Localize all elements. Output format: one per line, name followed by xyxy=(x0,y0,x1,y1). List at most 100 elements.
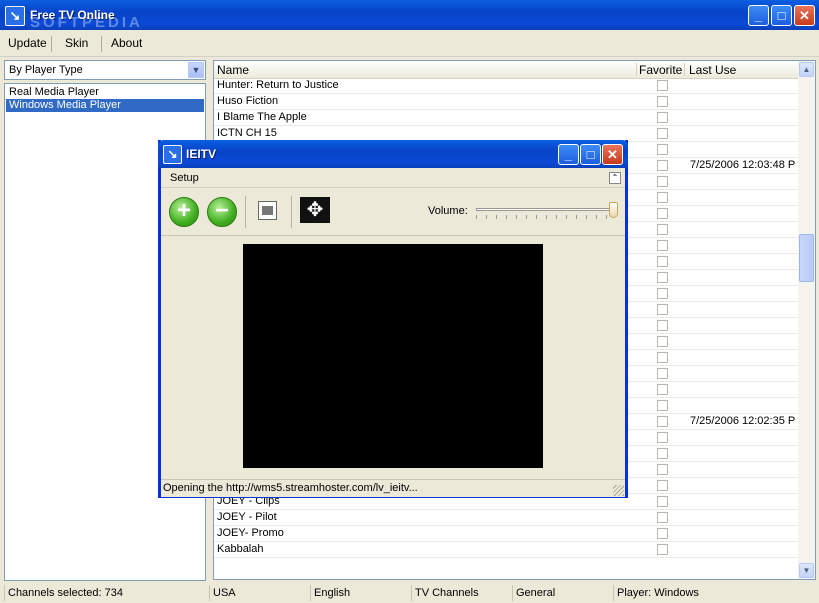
volume-slider[interactable] xyxy=(474,201,622,221)
table-header: Name Favorite Last Use xyxy=(214,61,799,79)
channel-name: Hunter: Return to Justice xyxy=(217,79,339,91)
favorite-checkbox[interactable] xyxy=(657,528,668,539)
favorite-checkbox[interactable] xyxy=(657,400,668,411)
screenshot-button[interactable] xyxy=(258,201,277,220)
favorite-checkbox[interactable] xyxy=(657,80,668,91)
table-row[interactable]: Kabbalah xyxy=(214,542,799,558)
volume-thumb[interactable] xyxy=(609,202,618,218)
favorite-checkbox[interactable] xyxy=(657,480,668,491)
favorite-checkbox[interactable] xyxy=(657,272,668,283)
vertical-scrollbar[interactable]: ▲ ▼ xyxy=(798,61,815,579)
favorite-checkbox[interactable] xyxy=(657,448,668,459)
favorite-checkbox[interactable] xyxy=(657,512,668,523)
menu-update[interactable]: Update xyxy=(8,36,47,50)
status-channels: Channels selected: 734 xyxy=(4,585,208,601)
player-status-bar: Opening the http://wms5.streamhoster.com… xyxy=(161,479,625,497)
picture-icon xyxy=(262,206,273,215)
channel-name: JOEY- Promo xyxy=(217,527,284,539)
player-type-dropdown[interactable]: By Player Type ▼ xyxy=(4,60,206,80)
favorite-checkbox[interactable] xyxy=(657,256,668,267)
volume-label: Volume: xyxy=(428,205,468,217)
favorite-checkbox[interactable] xyxy=(657,416,668,427)
player-minimize-button[interactable]: _ xyxy=(558,144,579,165)
maximize-button[interactable]: □ xyxy=(771,5,792,26)
channel-name: Huso Fiction xyxy=(217,95,279,107)
favorite-checkbox[interactable] xyxy=(657,544,668,555)
list-item-real-media[interactable]: Real Media Player xyxy=(6,86,204,99)
resize-grip-icon[interactable] xyxy=(613,485,624,496)
channel-name: I Blame The Apple xyxy=(217,111,307,123)
table-row[interactable]: JOEY - Pilot xyxy=(214,510,799,526)
favorite-checkbox[interactable] xyxy=(657,432,668,443)
scroll-thumb[interactable] xyxy=(799,234,814,282)
favorite-checkbox[interactable] xyxy=(657,208,668,219)
menu-skin[interactable]: Skin xyxy=(65,36,88,50)
minimize-button[interactable]: _ xyxy=(748,5,769,26)
remove-channel-button[interactable]: − xyxy=(207,197,237,227)
player-maximize-button[interactable]: □ xyxy=(580,144,601,165)
favorite-checkbox[interactable] xyxy=(657,336,668,347)
favorite-checkbox[interactable] xyxy=(657,352,668,363)
menu-separator xyxy=(51,36,52,52)
player-close-button[interactable]: ✕ xyxy=(602,144,623,165)
column-favorite[interactable]: Favorite xyxy=(639,63,682,77)
favorite-checkbox[interactable] xyxy=(657,304,668,315)
table-row[interactable]: I Blame The Apple xyxy=(214,110,799,126)
player-titlebar[interactable]: ↘ IEITV _ □ ✕ xyxy=(158,140,628,168)
status-category: General xyxy=(512,585,612,601)
favorite-checkbox[interactable] xyxy=(657,384,668,395)
table-row[interactable]: JOEY- Promo xyxy=(214,526,799,542)
close-button[interactable]: ✕ xyxy=(794,5,815,26)
scroll-down-icon[interactable]: ▼ xyxy=(799,563,814,578)
table-row[interactable]: Hunter: Return to Justice xyxy=(214,78,799,94)
favorite-checkbox[interactable] xyxy=(657,128,668,139)
favorite-checkbox[interactable] xyxy=(657,320,668,331)
minimize-icon: _ xyxy=(754,8,763,23)
column-divider[interactable] xyxy=(636,63,637,76)
video-display[interactable] xyxy=(243,244,543,468)
main-titlebar[interactable]: ↘ Free TV Online SOFTPEDIA _ □ ✕ xyxy=(0,0,819,31)
menu-setup[interactable]: Setup xyxy=(170,172,199,184)
app-arrow-icon[interactable]: ↘ xyxy=(5,6,25,26)
minimize-icon: _ xyxy=(564,147,573,162)
favorite-checkbox[interactable] xyxy=(657,176,668,187)
favorite-checkbox[interactable] xyxy=(657,224,668,235)
favorite-checkbox[interactable] xyxy=(657,96,668,107)
column-last-use[interactable]: Last Use xyxy=(689,63,736,77)
list-item-windows-media[interactable]: Windows Media Player xyxy=(6,99,204,112)
favorite-checkbox[interactable] xyxy=(657,368,668,379)
channel-name: ICTN CH 15 xyxy=(217,127,277,139)
maximize-icon: □ xyxy=(586,147,595,162)
table-row[interactable]: Huso Fiction xyxy=(214,94,799,110)
volume-track xyxy=(476,208,616,211)
column-divider[interactable] xyxy=(684,63,685,76)
column-name[interactable]: Name xyxy=(217,63,249,77)
add-channel-button[interactable]: + xyxy=(169,197,199,227)
scroll-up-icon[interactable]: ▲ xyxy=(799,62,814,77)
status-language: English xyxy=(310,585,410,601)
menu-bar: Update Skin About xyxy=(0,30,819,57)
favorite-checkbox[interactable] xyxy=(657,464,668,475)
last-use-time: 7/25/2006 12:02:35 P xyxy=(690,415,796,427)
collapse-icon[interactable]: ⌃ xyxy=(609,172,621,184)
player-arrow-icon[interactable]: ↘ xyxy=(163,145,182,164)
favorite-checkbox[interactable] xyxy=(657,496,668,507)
favorite-checkbox[interactable] xyxy=(657,288,668,299)
fullscreen-button[interactable]: ✥ xyxy=(300,197,330,223)
dropdown-value: By Player Type xyxy=(9,64,83,76)
favorite-checkbox[interactable] xyxy=(657,192,668,203)
minus-icon: − xyxy=(214,197,229,224)
favorite-checkbox[interactable] xyxy=(657,160,668,171)
status-type: TV Channels xyxy=(411,585,511,601)
close-icon: ✕ xyxy=(799,8,810,23)
status-bar: Channels selected: 734 USA English TV Ch… xyxy=(0,583,819,603)
channel-name: JOEY - Pilot xyxy=(217,511,277,523)
menu-about[interactable]: About xyxy=(111,36,142,50)
chevron-down-icon[interactable]: ▼ xyxy=(188,62,204,78)
watermark-logo: SOFTPEDIA xyxy=(30,14,143,31)
favorite-checkbox[interactable] xyxy=(657,240,668,251)
favorite-checkbox[interactable] xyxy=(657,144,668,155)
player-status-text: Opening the http://wms5.streamhoster.com… xyxy=(163,482,418,494)
volume-ticks xyxy=(476,215,616,219)
favorite-checkbox[interactable] xyxy=(657,112,668,123)
